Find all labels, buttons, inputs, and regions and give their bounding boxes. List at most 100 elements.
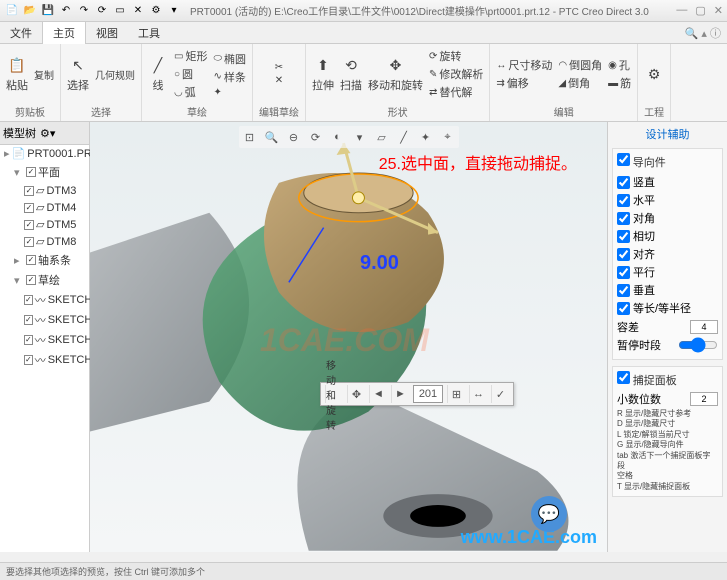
settings-icon[interactable]: ⚙ [148, 3, 164, 19]
arc-button[interactable]: ◡ 弧 [174, 84, 207, 100]
geom-rules[interactable]: 几何规则 [95, 67, 135, 82]
line-button[interactable]: ╱线 [148, 56, 168, 93]
search-icon[interactable]: 🔍 ▴ ⓘ [685, 25, 727, 41]
style-icon[interactable]: ◐ [329, 128, 347, 146]
title-bar: 📄 📂 💾 ↶ ↷ ⟳ ▭ ✕ ⚙ ▾ PRT0001 (活动的) E:\Cre… [0, 0, 727, 22]
eng-button[interactable]: ⚙ [644, 64, 664, 84]
rotate-button[interactable]: ⟳ 旋转 [429, 48, 483, 64]
chamfer-button[interactable]: ◢ 倒角 [558, 75, 602, 91]
sweep-button[interactable]: ⟲扫描 [340, 56, 362, 93]
move-rotate-button[interactable]: ✥移动和旋转 [368, 56, 423, 93]
minimize-button[interactable]: — [676, 4, 687, 17]
tree-dtm8[interactable]: ✓▱ DTM8 [0, 233, 89, 250]
opt-perp[interactable]: 垂直 [617, 281, 718, 299]
decimals-label: 小数位数 [617, 391, 661, 407]
more-button[interactable]: ✦ [213, 87, 246, 98]
close-icon[interactable]: ✕ [130, 3, 146, 19]
modify-button[interactable]: ✎ 修改解析 [429, 66, 483, 82]
tree-dtm5[interactable]: ✓▱ DTM5 [0, 216, 89, 233]
opt-tangent[interactable]: 相切 [617, 227, 718, 245]
new-icon[interactable]: 📄 [4, 3, 20, 19]
decimals-input[interactable] [690, 392, 718, 406]
guide-section: 导向件 竖直 水平 对角 相切 对齐 平行 垂直 等长/等半径 容差 暂停时段 [612, 148, 723, 360]
snap-icon[interactable]: ⊞ [447, 385, 465, 403]
close-button[interactable]: ✕ [714, 4, 723, 17]
axis-icon[interactable]: ╱ [395, 128, 413, 146]
paste-button[interactable]: 📋粘贴 [6, 56, 28, 93]
select-button[interactable]: ↖选择 [67, 56, 89, 93]
tree-datum-group[interactable]: ▾✓平面 [0, 162, 89, 182]
tree-sketch-group[interactable]: ▾✓草绘 [0, 270, 89, 290]
opt-horizontal[interactable]: 水平 [617, 191, 718, 209]
view-toolbar: ⊡ 🔍 ⊖ ⟳ ◐ ▾ ▱ ╱ ✦ ⌖ [239, 126, 459, 148]
dropdown-icon[interactable]: ▾ [166, 3, 182, 19]
undo-icon[interactable]: ↶ [58, 3, 74, 19]
hole-button[interactable]: ◉ 孔 [608, 57, 631, 73]
guide-toggle[interactable] [617, 153, 630, 166]
trim-icon[interactable]: ✂ [275, 62, 283, 73]
pause-slider[interactable] [678, 337, 718, 353]
tree-sketch3[interactable]: ✓〰 SKETCH3 [0, 330, 89, 350]
ellipse-button[interactable]: ⬭ 椭圆 [213, 51, 246, 67]
zoom-in-icon[interactable]: 🔍 [263, 128, 281, 146]
rect-button[interactable]: ▭ 矩形 [174, 48, 207, 64]
ribbon-clipboard: 📋粘贴 复制 剪贴板 [0, 44, 61, 121]
tree-dtm4[interactable]: ✓▱ DTM4 [0, 199, 89, 216]
rib-button[interactable]: ▬ 筋 [608, 75, 631, 91]
offset-button[interactable]: ⇉ 偏移 [496, 75, 552, 91]
views-icon[interactable]: ▾ [351, 128, 369, 146]
side-panel: 设计辅助 导向件 竖直 水平 对角 相切 对齐 平行 垂直 等长/等半径 容差 … [607, 122, 727, 552]
tolerance-input[interactable] [690, 320, 718, 334]
tab-file[interactable]: 文件 [0, 22, 42, 44]
ref-icon[interactable]: ↔ [469, 385, 487, 403]
select-label: 选择 [91, 102, 111, 119]
tree-sketch1[interactable]: ✓〰 SKETCH1 [0, 290, 89, 310]
tab-home[interactable]: 主页 [42, 21, 86, 44]
tree-header: 模型树⚙▾ [0, 122, 89, 145]
handle-icon[interactable]: ✥ [347, 385, 365, 403]
extrude-button[interactable]: ⬆拉伸 [312, 56, 334, 93]
step-value[interactable]: 201 [413, 385, 443, 403]
chat-icon[interactable]: 💬 [531, 496, 567, 532]
snap-toggle[interactable] [617, 371, 630, 384]
zoom-out-icon[interactable]: ⊖ [285, 128, 303, 146]
point-icon[interactable]: ✦ [417, 128, 435, 146]
opt-parallel[interactable]: 平行 [617, 263, 718, 281]
regen-icon[interactable]: ⟳ [94, 3, 110, 19]
refit-icon[interactable]: ⊡ [241, 128, 259, 146]
tree-ref-group[interactable]: ▸✓轴系条 [0, 250, 89, 270]
sidepanel-title: 设计辅助 [612, 126, 723, 142]
redo-icon[interactable]: ↷ [76, 3, 92, 19]
circle-button[interactable]: ○ 圆 [174, 66, 207, 82]
move-dim-button[interactable]: ↔ 尺寸移动 [496, 57, 552, 73]
dimension-value[interactable]: 9.00 [360, 252, 399, 275]
window-icon[interactable]: ▭ [112, 3, 128, 19]
replace-button[interactable]: ⇄ 替代解 [429, 84, 483, 100]
tree-tools-icon[interactable]: ⚙▾ [40, 127, 55, 140]
tab-view[interactable]: 视图 [86, 22, 128, 44]
csys-icon[interactable]: ⌖ [439, 128, 457, 146]
round-button[interactable]: ◠ 倒圆角 [558, 57, 602, 73]
copy-button[interactable]: 复制 [34, 67, 54, 82]
opt-equal[interactable]: 等长/等半径 [617, 299, 718, 317]
opt-align[interactable]: 对齐 [617, 245, 718, 263]
repaint-icon[interactable]: ⟳ [307, 128, 325, 146]
opt-diagonal[interactable]: 对角 [617, 209, 718, 227]
opt-vertical[interactable]: 竖直 [617, 173, 718, 191]
tree-dtm3[interactable]: ✓▱ DTM3 [0, 182, 89, 199]
open-icon[interactable]: 📂 [22, 3, 38, 19]
floating-toolbar[interactable]: 移动和旋转 ✥ ◄ ► 201 ⊞ ↔ ✓ [320, 382, 514, 406]
tab-tools[interactable]: 工具 [128, 22, 170, 44]
ok-icon[interactable]: ✓ [491, 385, 509, 403]
delete-icon[interactable]: ✕ [275, 75, 283, 86]
datum-icon[interactable]: ▱ [373, 128, 391, 146]
maximize-button[interactable]: ▢ [695, 4, 705, 17]
next-icon[interactable]: ► [391, 385, 409, 403]
spline-button[interactable]: ∿ 样条 [213, 69, 246, 85]
tree-sketch4[interactable]: ✓〰 SKETCH4 [0, 350, 89, 370]
tree-sketch2[interactable]: ✓〰 SKETCH2 [0, 310, 89, 330]
prev-icon[interactable]: ◄ [369, 385, 387, 403]
viewport[interactable]: ⊡ 🔍 ⊖ ⟳ ◐ ▾ ▱ ╱ ✦ ⌖ 25.选中面，直接拖动捕捉。 9.00 … [90, 122, 607, 552]
save-icon[interactable]: 💾 [40, 3, 56, 19]
tree-root[interactable]: ▸📄PRT0001.PRT [0, 145, 89, 162]
